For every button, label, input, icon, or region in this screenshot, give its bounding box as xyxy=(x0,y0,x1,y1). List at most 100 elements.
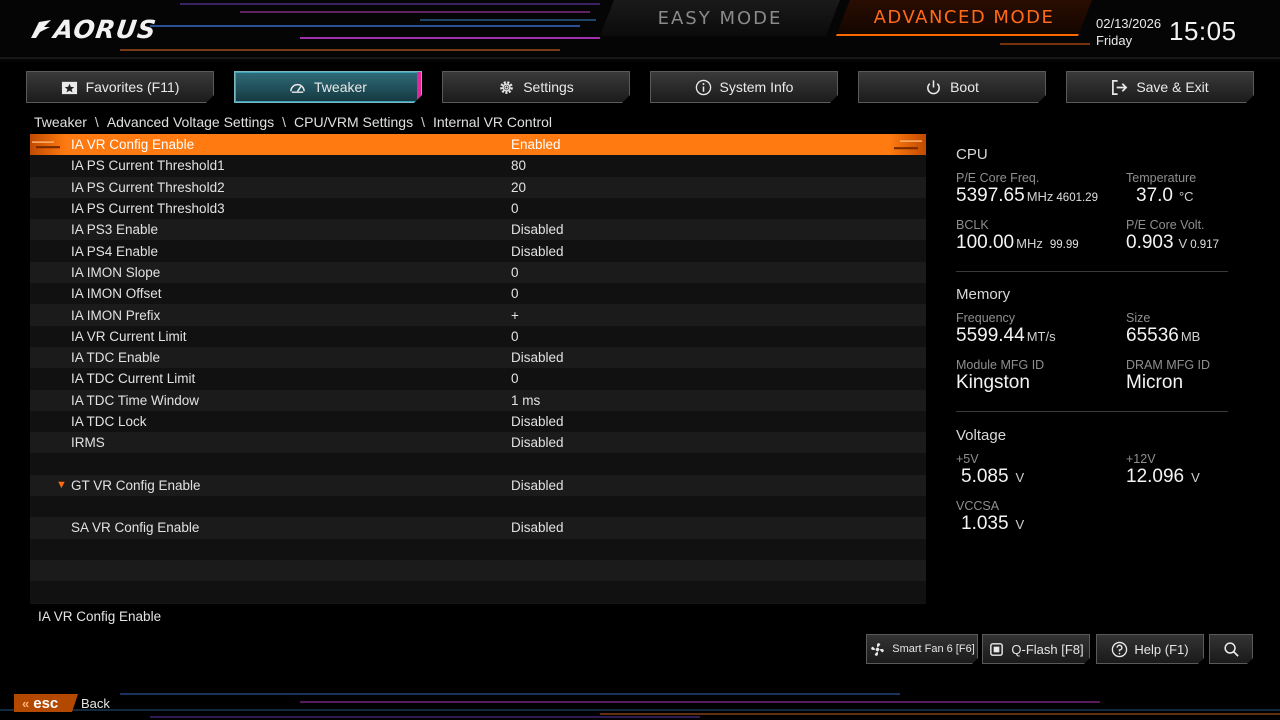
v5-label: +5V xyxy=(956,452,979,466)
bclk-label: BCLK xyxy=(956,218,989,232)
esc-button[interactable]: « esc xyxy=(14,694,78,712)
setting-value[interactable]: + xyxy=(511,308,519,323)
tab-label: Boot xyxy=(950,79,979,95)
memory-section-title: Memory xyxy=(956,286,1011,303)
setting-value[interactable]: Disabled xyxy=(511,478,564,493)
setting-value[interactable]: 0 xyxy=(511,371,519,386)
setting-value[interactable]: 0 xyxy=(511,265,519,280)
setting-row[interactable]: IA IMON Offset 0 xyxy=(30,283,926,305)
setting-row-group[interactable]: ▼ GT VR Config Enable Disabled xyxy=(30,474,926,497)
tab-system-info[interactable]: System Info xyxy=(650,71,838,103)
setting-row[interactable]: IA TDC Lock Disabled xyxy=(30,410,926,433)
item-help-text: IA VR Config Enable xyxy=(38,609,162,624)
search-button[interactable] xyxy=(1209,634,1253,664)
breadcrumb-item[interactable]: Advanced Voltage Settings xyxy=(107,114,274,130)
empty-row xyxy=(30,538,926,560)
bclk-unit: MHz xyxy=(1016,236,1043,251)
panel-divider xyxy=(956,271,1228,272)
setting-row[interactable]: SA VR Config Enable Disabled xyxy=(30,517,926,539)
setting-row[interactable]: IRMS Disabled xyxy=(30,432,926,454)
setting-row[interactable]: IA PS Current Threshold1 80 xyxy=(30,155,926,177)
date-text: 02/13/2026 xyxy=(1096,16,1162,31)
setting-value[interactable]: Disabled xyxy=(511,520,564,535)
cpu-volt-e-core: 0.917 xyxy=(1190,239,1219,251)
mem-freq-label: Frequency xyxy=(956,311,1016,325)
mem-freq-unit: MT/s xyxy=(1026,329,1056,344)
help-button[interactable]: Help (F1) xyxy=(1096,634,1204,664)
setting-row[interactable]: IA TDC Enable Disabled xyxy=(30,346,926,369)
setting-row[interactable]: IA TDC Current Limit 0 xyxy=(30,368,926,390)
top-header: AORUS EASY MODE ADVANCED MODE 02/13/2026… xyxy=(0,0,1280,62)
vccsa-value: 1.035 xyxy=(961,513,1009,534)
cpu-freq-label: P/E Core Freq. xyxy=(956,171,1040,185)
q-flash-label: Q-Flash [F8] xyxy=(1011,641,1084,657)
setting-name: IA TDC Enable xyxy=(71,350,161,366)
breadcrumb-item[interactable]: CPU/VRM Settings xyxy=(294,114,413,130)
tab-tweaker[interactable]: Tweaker xyxy=(234,71,422,103)
power-icon xyxy=(925,79,942,96)
setting-row[interactable]: IA VR Current Limit 0 xyxy=(30,325,926,347)
setting-value[interactable]: 0 xyxy=(511,329,519,344)
setting-name: IA TDC Current Limit xyxy=(71,371,196,387)
breadcrumb-item[interactable]: Tweaker xyxy=(34,114,87,130)
collapse-triangle-icon[interactable]: ▼ xyxy=(56,479,67,491)
fan-icon xyxy=(869,641,886,658)
clock: 15:05 xyxy=(1169,16,1237,46)
module-mfg-value: Kingston xyxy=(956,372,1030,393)
tab-label: Settings xyxy=(523,79,574,95)
aorus-logo: AORUS xyxy=(30,12,159,46)
empty-row xyxy=(30,453,926,475)
mem-size-unit: MB xyxy=(1180,329,1201,344)
setting-name: IA IMON Offset xyxy=(71,286,162,302)
setting-value[interactable]: 0 xyxy=(511,201,519,216)
setting-row[interactable]: IA IMON Prefix + xyxy=(30,304,926,326)
setting-value[interactable]: 0 xyxy=(511,286,519,301)
tab-boot[interactable]: Boot xyxy=(858,71,1046,103)
breadcrumb-separator: \ xyxy=(94,114,99,130)
setting-name: IRMS xyxy=(71,435,105,451)
setting-row[interactable]: IA PS3 Enable Disabled xyxy=(30,219,926,241)
setting-value[interactable]: Enabled xyxy=(511,137,561,152)
advanced-mode-label: ADVANCED MODE xyxy=(873,6,1055,28)
module-mfg-label: Module MFG ID xyxy=(956,358,1045,372)
setting-row-selected[interactable]: IA VR Config Enable Enabled xyxy=(30,134,926,156)
setting-row[interactable]: IA IMON Slope 0 xyxy=(30,261,926,284)
setting-value[interactable]: Disabled xyxy=(511,222,564,237)
q-flash-button[interactable]: Q-Flash [F8] xyxy=(982,634,1090,664)
setting-value[interactable]: 1 ms xyxy=(511,393,540,408)
setting-row[interactable]: IA TDC Time Window 1 ms xyxy=(30,389,926,411)
cpu-temp-unit: °C xyxy=(1178,189,1194,204)
bottom-streaks xyxy=(0,693,1280,718)
setting-value[interactable]: 80 xyxy=(511,158,526,173)
setting-value[interactable]: 20 xyxy=(511,180,526,195)
smart-fan-button[interactable]: Smart Fan 6 [F6] xyxy=(866,634,978,664)
setting-value[interactable]: Disabled xyxy=(511,414,564,429)
tab-settings[interactable]: Settings xyxy=(442,71,630,103)
easy-mode-button[interactable]: EASY MODE xyxy=(600,0,840,36)
cpu-freq-unit: MHz xyxy=(1026,189,1054,204)
tab-favorites[interactable]: Favorites (F11) xyxy=(26,71,214,103)
dram-mfg-value: Micron xyxy=(1126,372,1184,393)
speedometer-icon xyxy=(289,79,306,96)
help-icon xyxy=(1111,641,1128,658)
aorus-eagle-icon xyxy=(31,20,51,38)
setting-value[interactable]: Disabled xyxy=(511,244,564,259)
advanced-mode-button[interactable]: ADVANCED MODE xyxy=(836,0,1092,36)
tab-label: Save & Exit xyxy=(1136,79,1209,95)
setting-row[interactable]: IA PS Current Threshold2 20 xyxy=(30,176,926,198)
setting-value[interactable]: Disabled xyxy=(511,350,564,365)
brand-name: AORUS xyxy=(51,14,159,44)
cpu-freq-value: 5397.65 xyxy=(956,185,1025,206)
vccsa-label: VCCSA xyxy=(956,499,1000,513)
search-icon xyxy=(1223,641,1240,658)
setting-name: IA TDC Lock xyxy=(71,414,147,429)
tab-save-exit[interactable]: Save & Exit xyxy=(1066,71,1254,103)
setting-name: IA PS Current Threshold1 xyxy=(71,158,225,174)
setting-row[interactable]: IA PS Current Threshold3 0 xyxy=(30,197,926,220)
setting-row[interactable]: IA PS4 Enable Disabled xyxy=(30,240,926,262)
mem-size-value: 65536 xyxy=(1126,325,1179,346)
star-folder-icon xyxy=(61,79,78,96)
date-block: 02/13/2026 Friday xyxy=(1096,15,1161,49)
tab-label: Tweaker xyxy=(314,79,367,95)
setting-value[interactable]: Disabled xyxy=(511,435,564,450)
